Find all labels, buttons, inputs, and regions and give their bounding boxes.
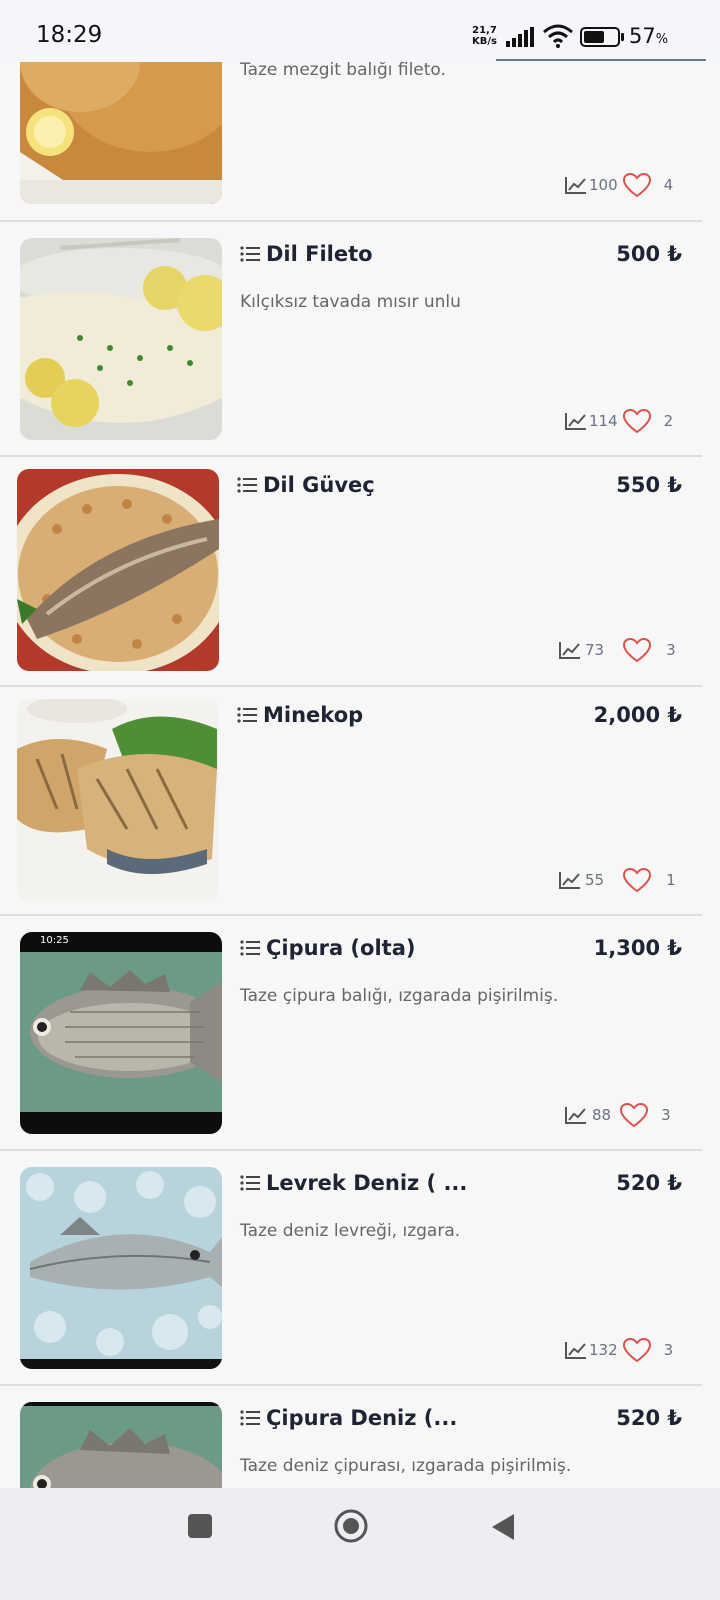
trend-icon [559, 642, 580, 659]
list-icon [240, 246, 260, 262]
trend-icon [565, 177, 586, 194]
grilled-fish-image [17, 699, 219, 901]
battery-icon [580, 27, 624, 47]
item-price: 2,000 ₺ [593, 703, 682, 727]
status-time: 18:29 [36, 22, 103, 48]
list-item[interactable]: Dil Güveç 550 ₺ 73 3 [0, 457, 702, 687]
item-title: Çipura Deniz (... [266, 1406, 458, 1430]
recent-apps-square-icon[interactable] [188, 1514, 212, 1538]
heart-icon[interactable] [622, 172, 652, 198]
battery-percent: 57% [629, 24, 668, 48]
item-stats: 114 2 [564, 408, 673, 434]
item-thumbnail [17, 469, 219, 671]
heart-icon[interactable] [622, 1337, 652, 1363]
item-title-row[interactable]: Minekop [237, 703, 363, 727]
list-icon [240, 1175, 260, 1191]
view-count: 132 [589, 1341, 618, 1359]
list-item[interactable]: Minekop 2,000 ₺ 55 1 [0, 687, 702, 916]
item-price: 1,300 ₺ [593, 936, 682, 960]
item-description: Taze deniz çipurası, ızgarada pişirilmiş… [240, 1456, 572, 1476]
view-count: 100 [589, 176, 618, 194]
heart-icon[interactable] [622, 867, 652, 893]
home-circle-icon[interactable] [334, 1509, 368, 1543]
item-thumbnail [20, 1167, 222, 1369]
item-stats: 132 3 [564, 1337, 673, 1363]
item-stats: 55 1 [558, 867, 676, 893]
view-count: 55 [585, 871, 605, 889]
item-title: Dil Fileto [266, 242, 373, 266]
trend-icon [559, 872, 580, 889]
item-title-row[interactable]: Çipura (olta) [240, 936, 415, 960]
like-count: 1 [666, 871, 676, 889]
network-speed: 21,7 KB/s [472, 25, 497, 47]
view-count: 88 [592, 1106, 612, 1124]
like-count: 2 [663, 412, 674, 430]
menu-list: Taze mezgit balığı fileto. 100 4 Dil Fil… [0, 0, 720, 1600]
item-stats: 100 4 [564, 172, 673, 198]
item-thumbnail: 10:25 [20, 932, 222, 1134]
item-price: 550 ₺ [616, 473, 682, 497]
network-speed-unit: KB/s [472, 36, 497, 47]
view-count: 73 [585, 641, 605, 659]
item-title: Minekop [263, 703, 364, 727]
trend-icon [565, 1342, 586, 1359]
item-description: Taze deniz levreği, ızgara. [240, 1221, 461, 1241]
sea-bream-image [20, 932, 222, 1134]
like-count: 3 [661, 1106, 671, 1124]
item-title-row[interactable]: Çipura Deniz (... [240, 1406, 457, 1430]
sea-bass-image [20, 1167, 222, 1369]
thumbnail-time: 10:25 [40, 935, 69, 946]
list-icon [240, 940, 260, 956]
item-title-row[interactable]: Dil Fileto [240, 242, 373, 266]
item-description: Taze mezgit balığı fileto. [240, 60, 446, 80]
item-thumbnail [20, 238, 222, 440]
item-description: Kılçıksız tavada mısır unlu [240, 292, 461, 312]
heart-icon[interactable] [622, 637, 652, 663]
battery-percent-value: 57 [629, 24, 656, 48]
network-speed-value: 21,7 [472, 25, 497, 36]
item-price: 520 ₺ [616, 1171, 682, 1195]
item-title: Çipura (olta) [266, 936, 416, 960]
trend-icon [565, 413, 586, 430]
like-count: 4 [663, 176, 674, 194]
item-stats: 73 3 [558, 637, 676, 663]
list-item[interactable]: Levrek Deniz ( ... 520 ₺ Taze deniz levr… [0, 1151, 702, 1386]
trend-icon [565, 1107, 586, 1124]
item-title: Dil Güveç [263, 473, 375, 497]
view-count: 114 [589, 412, 618, 430]
item-price: 500 ₺ [616, 242, 682, 266]
status-divider [496, 59, 706, 61]
navigation-bar [0, 1488, 720, 1600]
item-thumbnail [17, 699, 219, 901]
heart-icon[interactable] [619, 1102, 649, 1128]
list-item[interactable]: Dil Fileto 500 ₺ Kılçıksız tavada mısır … [0, 222, 702, 457]
item-title-row[interactable]: Dil Güveç [237, 473, 375, 497]
like-count: 3 [666, 641, 676, 659]
heart-icon[interactable] [622, 408, 652, 434]
sole-casserole-image [17, 469, 219, 671]
list-icon [237, 707, 257, 723]
item-stats: 88 3 [564, 1102, 671, 1128]
wifi-icon [543, 24, 573, 48]
list-item[interactable]: 10:25 Çipura (olta) 1,300 ₺ Taze çipura … [0, 916, 702, 1151]
signal-icon [506, 27, 534, 47]
list-icon [240, 1410, 260, 1426]
status-bar: 18:29 21,7 KB/s 57% [0, 0, 720, 62]
item-price: 520 ₺ [616, 1406, 682, 1430]
sole-fillet-image [20, 238, 222, 440]
battery-percent-unit: % [655, 32, 669, 47]
item-title-row[interactable]: Levrek Deniz ( ... [240, 1171, 467, 1195]
item-title: Levrek Deniz ( ... [266, 1171, 468, 1195]
list-icon [237, 477, 257, 493]
back-triangle-icon[interactable] [490, 1512, 516, 1542]
item-description: Taze çipura balığı, ızgarada pişirilmiş. [240, 986, 559, 1006]
like-count: 3 [663, 1341, 674, 1359]
